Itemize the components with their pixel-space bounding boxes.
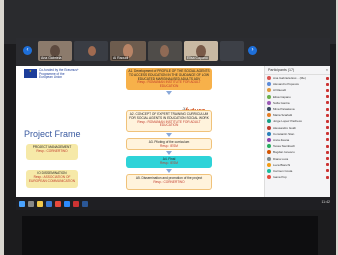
avatar (267, 100, 271, 105)
mic-muted-icon (326, 138, 329, 142)
zoom-icon[interactable] (64, 200, 70, 207)
chrome-icon[interactable] (55, 200, 61, 207)
avatar (267, 156, 271, 161)
powerpoint-icon[interactable] (73, 200, 79, 207)
participants-panel-header: Participants (17) × (265, 66, 330, 75)
mic-muted-icon (326, 113, 329, 117)
participant-video (160, 45, 169, 57)
mic-muted-icon (326, 82, 329, 86)
tile-name: Elisa Capano (186, 56, 209, 60)
slide-title: Project Frame (24, 129, 81, 139)
mic-muted-icon (326, 76, 329, 80)
tile-name: Al Raoudi (112, 56, 130, 60)
video-tile[interactable]: Al Raoudi (110, 41, 146, 61)
flow-arrow-icon (166, 91, 172, 95)
laptop-frame: ‹ Ana Gabriela Al Raoudi Elisa Capano › (4, 0, 336, 255)
avatar (267, 168, 271, 173)
eu-cofunded-text: Co-funded by the Erasmus+ Programme of t… (39, 68, 79, 80)
avatar (267, 113, 271, 118)
avatar (267, 150, 271, 155)
tile-name: Ana Gabriela (40, 56, 63, 60)
project-management-box: PROJECT MANAGEMENT Resp.: CORNERTWO (26, 144, 78, 160)
mic-muted-icon (326, 157, 329, 161)
flow-arrow-icon (166, 169, 172, 173)
mic-muted-icon (326, 107, 329, 111)
video-tile[interactable] (148, 41, 182, 61)
avatar (267, 137, 271, 142)
activity-box-a2: A2. CONCEPT OF EXPERT TRAINING CURRICULU… (126, 110, 212, 132)
mic-muted-icon (326, 150, 329, 154)
avatar (267, 107, 271, 112)
taskbar: 11:42 (16, 197, 330, 210)
mic-muted-icon (326, 132, 329, 136)
eu-flag-icon: ★ (24, 69, 37, 78)
screen: ‹ Ana Gabriela Al Raoudi Elisa Capano › (16, 38, 330, 210)
avatar (267, 131, 271, 136)
activity-box-a4: A4. Final Resp.: IESM (126, 156, 212, 168)
mic-muted-icon (326, 144, 329, 148)
mic-muted-icon (326, 126, 329, 130)
flow-arrow-icon (166, 151, 172, 155)
mic-muted-icon (326, 169, 329, 173)
mic-muted-icon (326, 163, 329, 167)
participant-row[interactable]: Ioana Pop (265, 174, 330, 180)
video-tile[interactable]: Ana Gabriela (38, 41, 72, 61)
avatar (267, 144, 271, 149)
activity-box-a1: A1. Development of PROFILE OF THE SOCIAL… (126, 68, 212, 90)
windows-start-icon[interactable] (19, 200, 25, 207)
participants-panel: Participants (17) × Ana Gabriela Esc... … (264, 66, 330, 197)
avatar (267, 125, 271, 130)
avatar (267, 82, 271, 87)
video-strip: ‹ Ana Gabriela Al Raoudi Elisa Capano › (16, 38, 330, 66)
file-explorer-icon[interactable] (37, 200, 43, 207)
activity-box-a5: A5. Dissemination and promotion of the p… (126, 174, 212, 190)
avatar (267, 175, 271, 180)
search-icon[interactable] (28, 200, 34, 207)
avatar (267, 94, 271, 99)
mic-muted-icon (326, 175, 329, 179)
avatar (267, 119, 271, 124)
taskbar-clock: 11:42 (321, 200, 331, 204)
participants-title: Participants (17) (268, 68, 295, 72)
flow-arrow-icon (166, 133, 172, 137)
mic-muted-icon (326, 101, 329, 105)
mic-muted-icon (326, 119, 329, 123)
mic-muted-icon (326, 88, 329, 92)
avatar (267, 76, 271, 81)
edge-icon[interactable] (46, 200, 52, 207)
video-tile[interactable]: Elisa Capano (184, 41, 218, 61)
video-tile[interactable] (74, 41, 108, 61)
previous-video-button[interactable]: ‹ (23, 46, 32, 55)
close-icon[interactable]: × (326, 68, 328, 72)
participant-video (88, 46, 96, 56)
dissemination-box: IO DISSEMINATION Resp.: ASSOCIATION OF E… (26, 170, 78, 188)
avatar (267, 162, 271, 167)
avatar (267, 88, 271, 93)
keyboard-area (22, 216, 318, 255)
mic-muted-icon (326, 95, 329, 99)
next-video-button[interactable]: › (248, 46, 257, 55)
shared-slide: ★ Co-funded by the Erasmus+ Programme of… (16, 66, 264, 197)
video-tile[interactable] (220, 41, 244, 61)
word-icon[interactable] (82, 200, 88, 207)
activity-box-a3: A3. Piloting of the curriculum Resp.: IE… (126, 138, 212, 150)
